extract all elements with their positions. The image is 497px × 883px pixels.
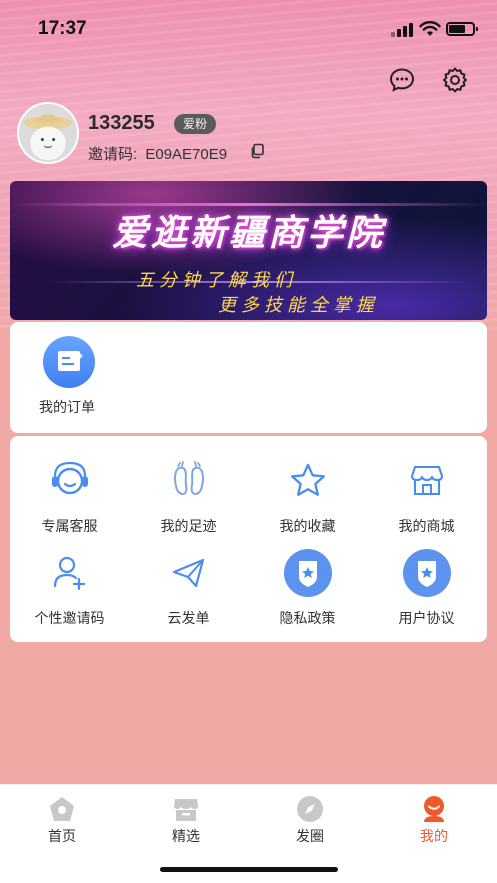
tool-user-agreement[interactable]: 用户协议 bbox=[367, 548, 486, 638]
my-orders-label[interactable]: 我的订单 bbox=[39, 397, 95, 417]
status-bar: 17:37 bbox=[0, 0, 497, 56]
tool-label: 云发单 bbox=[167, 610, 210, 626]
tool-privacy-policy[interactable]: 隐私政策 bbox=[248, 548, 367, 638]
profile-icon bbox=[424, 796, 444, 822]
tool-invite-code[interactable]: 个性邀请码 bbox=[10, 548, 129, 638]
star-icon bbox=[291, 463, 325, 496]
tool-favorites[interactable]: 我的收藏 bbox=[248, 456, 367, 546]
tool-label: 我的商城 bbox=[398, 518, 455, 534]
message-icon[interactable] bbox=[389, 67, 415, 93]
invite-code-value: E09AE70E9 bbox=[145, 146, 228, 163]
tab-mine[interactable]: 我的 bbox=[372, 785, 496, 855]
member-badge: 爱粉 bbox=[174, 114, 217, 134]
tool-my-shop[interactable]: 我的商城 bbox=[367, 456, 486, 546]
home-indicator bbox=[160, 867, 338, 872]
tools-card: 专属客服 我的足迹 我的收藏 我的商城 个性邀请码 云发单 隐私政策 用户协议 bbox=[10, 436, 487, 642]
footprints-icon bbox=[174, 461, 204, 496]
shield-star-icon bbox=[403, 549, 451, 597]
wifi-icon bbox=[419, 21, 441, 36]
paper-plane-icon bbox=[172, 558, 205, 588]
shield-star-icon bbox=[284, 549, 332, 597]
tool-cloud-post[interactable]: 云发单 bbox=[129, 548, 248, 638]
tool-label: 我的收藏 bbox=[279, 518, 336, 534]
store-icon bbox=[174, 799, 198, 821]
banner-subtitle: 更多技能全掌握 bbox=[218, 295, 379, 315]
tab-moments[interactable]: 发圈 bbox=[248, 785, 372, 855]
tab-label: 发圈 bbox=[296, 828, 324, 844]
username: 133255 bbox=[88, 112, 155, 134]
tool-label: 我的足迹 bbox=[160, 518, 217, 534]
home-icon bbox=[50, 797, 74, 821]
add-user-icon bbox=[53, 556, 86, 591]
tab-label: 首页 bbox=[48, 828, 76, 844]
tab-label: 精选 bbox=[172, 828, 200, 844]
copy-icon[interactable] bbox=[249, 143, 265, 159]
headset-icon bbox=[52, 461, 88, 495]
tool-customer-service[interactable]: 专属客服 bbox=[10, 456, 129, 546]
tool-label: 个性邀请码 bbox=[34, 610, 105, 626]
tool-footprints[interactable]: 我的足迹 bbox=[129, 456, 248, 546]
banner-subtitle: 五分钟了解我们 bbox=[136, 270, 297, 290]
order-icon[interactable] bbox=[43, 336, 95, 388]
tool-label: 隐私政策 bbox=[279, 610, 336, 626]
invite-code-row: 邀请码: E09AE70E9 bbox=[88, 143, 227, 164]
gear-icon[interactable] bbox=[442, 67, 468, 93]
tool-label: 专属客服 bbox=[41, 518, 98, 534]
academy-banner[interactable]: 爱逛新疆商学院 五分钟了解我们 更多技能全掌握 bbox=[10, 181, 487, 320]
tab-label: 我的 bbox=[420, 828, 448, 844]
tool-label: 用户协议 bbox=[398, 610, 455, 626]
banner-title: 爱逛新疆商学院 bbox=[111, 212, 385, 253]
cellular-signal-icon bbox=[391, 23, 413, 37]
battery-icon bbox=[446, 22, 478, 36]
shop-icon bbox=[410, 465, 444, 496]
invite-code-label: 邀请码: bbox=[88, 146, 138, 163]
compass-icon bbox=[297, 796, 323, 822]
orders-card: 我的订单 bbox=[10, 322, 487, 433]
tab-home[interactable]: 首页 bbox=[0, 785, 124, 855]
avatar[interactable] bbox=[17, 102, 79, 164]
tab-featured[interactable]: 精选 bbox=[124, 785, 248, 855]
status-time: 17:37 bbox=[38, 18, 87, 39]
